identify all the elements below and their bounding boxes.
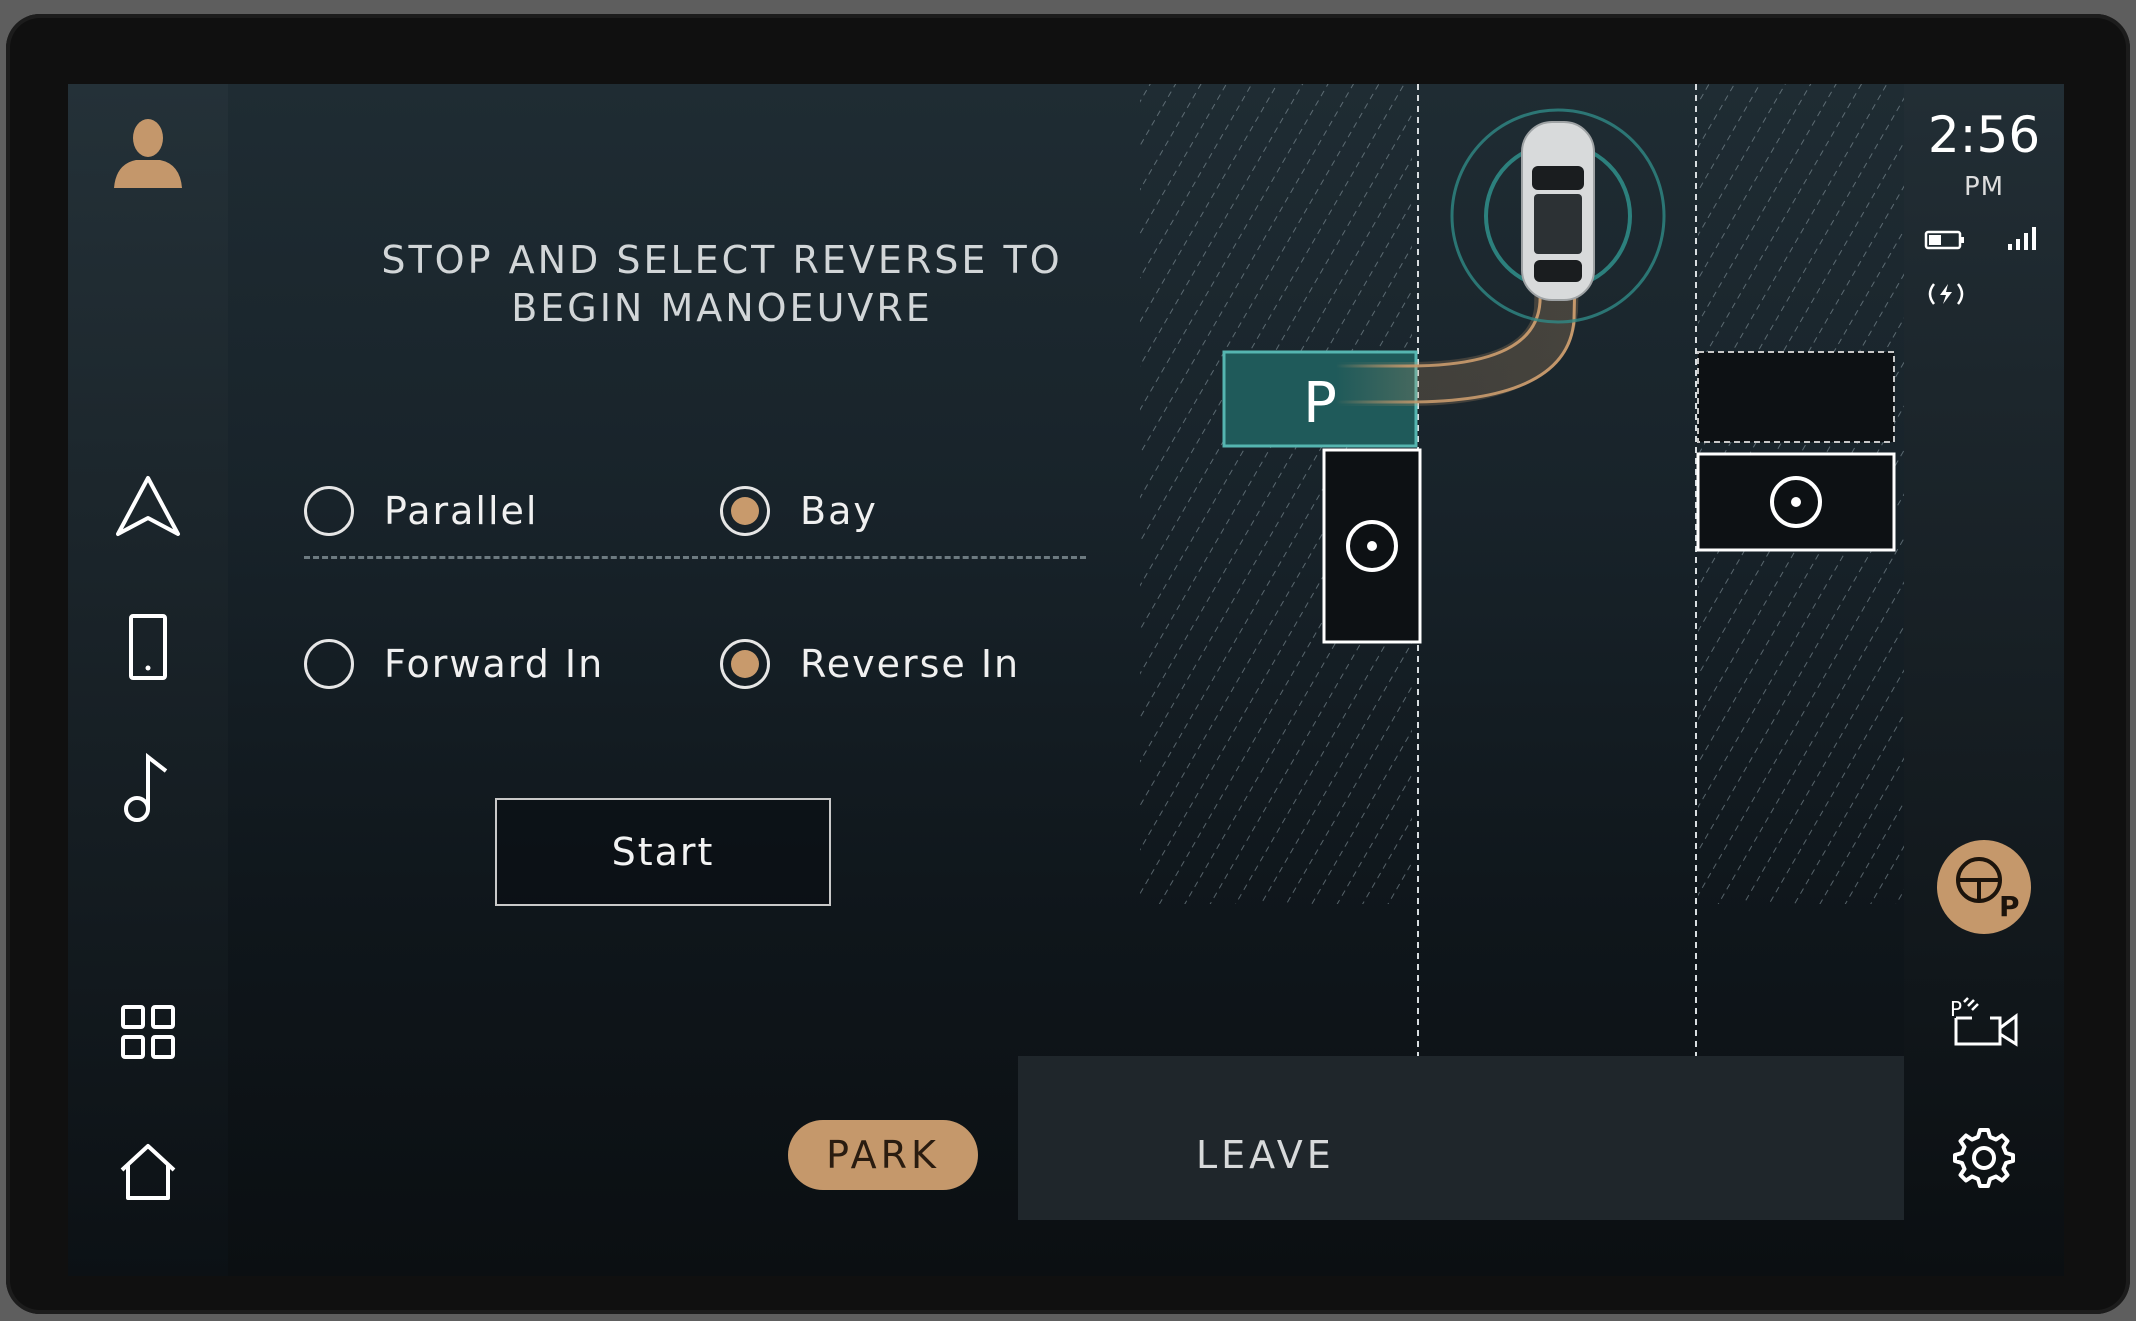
target-space-label: P [1303,371,1337,436]
profile-icon [108,112,188,196]
park-assist-icon: P [1949,850,2020,924]
bay-radio[interactable] [720,486,770,536]
battery-icon [1924,229,1966,255]
infotainment-screen: STOP AND SELECT REVERSE TO BEGIN MANOEUV… [68,84,2064,1276]
settings-button[interactable] [1934,1120,2034,1200]
phone-button[interactable] [98,600,198,700]
media-button[interactable] [98,740,198,840]
park-assist-button[interactable]: P [1937,840,2031,934]
car-top-view [1521,121,1595,301]
right-status-rail: 2:56 PM P P [1904,84,2064,1276]
navigation-icon [113,474,183,542]
leave-tab[interactable]: LEAVE [1196,1120,1346,1190]
wireless-charging-icon [1924,280,1968,312]
radio-selected-dot [731,650,759,678]
parallel-radio[interactable] [304,486,354,536]
left-nav-bar [68,84,228,1276]
option-bay[interactable]: Bay [720,479,878,543]
clock-ampm: PM [1963,172,2005,202]
bay-label: Bay [800,489,878,533]
svg-text:P: P [1999,890,2019,920]
home-button[interactable] [98,1124,198,1224]
parking-visualization: P [1140,84,1948,1074]
display-bezel: STOP AND SELECT REVERSE TO BEGIN MANOEUV… [6,14,2130,1314]
clock-time: 2:56 [1927,106,2041,164]
navigation-button[interactable] [98,458,198,558]
signal-icon [2006,224,2042,256]
music-icon [120,751,176,829]
instruction-line-2: BEGIN MANOEUVRE [511,286,933,330]
option-forward-in[interactable]: Forward In [304,632,604,696]
reverse-in-radio[interactable] [720,639,770,689]
instruction-line-1: STOP AND SELECT REVERSE TO [381,238,1063,282]
parallel-label: Parallel [384,489,539,533]
settings-icon [1952,1126,2016,1194]
leave-panel [1018,1056,1904,1220]
apps-icon [120,1004,176,1064]
park-tab[interactable]: PARK [788,1120,978,1190]
parking-camera-icon: P [1948,994,2020,1054]
apps-button[interactable] [98,984,198,1084]
forward-in-radio[interactable] [304,639,354,689]
profile-button[interactable] [98,104,198,204]
reverse-in-label: Reverse In [800,642,1021,686]
option-reverse-in[interactable]: Reverse In [720,632,1020,696]
parking-space-marker-left[interactable] [1322,448,1422,644]
start-button[interactable]: Start [495,798,831,906]
home-icon [118,1142,178,1206]
radio-selected-dot [731,497,759,525]
parking-camera-button[interactable]: P [1934,984,2034,1064]
options-divider [304,556,1086,559]
phone-icon [123,613,173,687]
option-parallel[interactable]: Parallel [304,479,538,543]
forward-in-label: Forward In [384,642,605,686]
